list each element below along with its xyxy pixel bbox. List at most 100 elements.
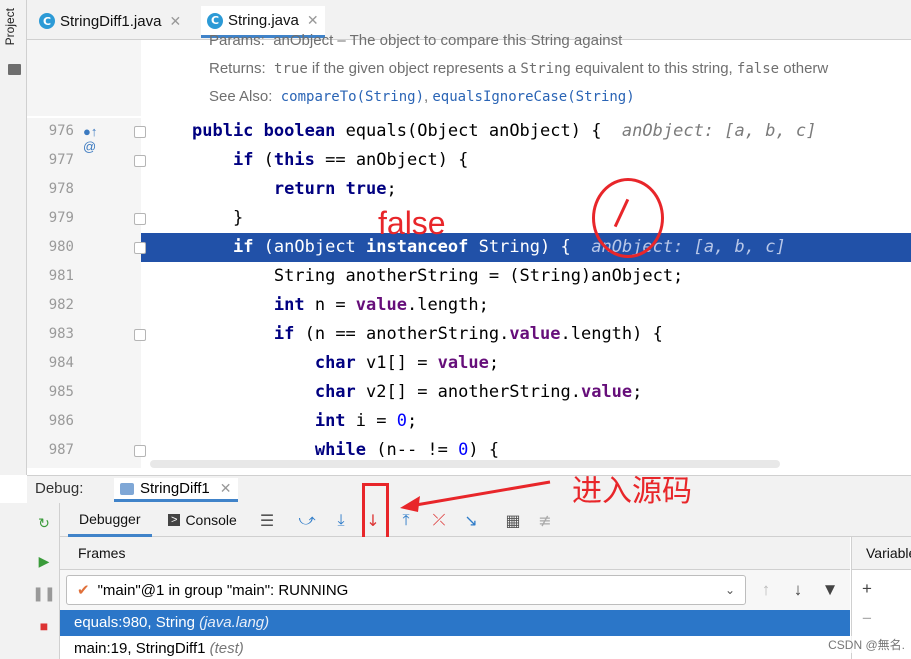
tab-stringdiff1[interactable]: C StringDiff1.java ✕ [39, 8, 181, 34]
frame-method: main:19, StringDiff1 [74, 640, 210, 657]
fold-marker-icon[interactable] [134, 155, 146, 167]
code-line-978[interactable]: 978 return true; [0, 175, 911, 204]
line-number: 979 [48, 210, 74, 226]
frame-package: (test) [209, 640, 244, 657]
folder-icon[interactable] [8, 64, 21, 75]
frame-row[interactable]: main:19, StringDiff1 (test) [60, 636, 850, 659]
close-icon[interactable]: ✕ [169, 13, 181, 30]
javadoc-see-also: See Also: compareTo(String), equalsIgnor… [209, 88, 635, 105]
tab-console-label: Console [185, 512, 237, 528]
code-line-984[interactable]: 984 char v1[] = value; [0, 349, 911, 378]
stop-icon[interactable]: ■ [36, 618, 52, 634]
class-icon: C [39, 13, 55, 29]
close-icon[interactable]: ✕ [220, 480, 232, 497]
session-icon [120, 482, 134, 495]
frames-title: Frames [78, 545, 126, 561]
annotation-circle [592, 178, 664, 258]
line-number: 982 [48, 297, 74, 313]
close-icon[interactable]: ✕ [307, 12, 319, 29]
code-line-986[interactable]: 986 int i = 0; [0, 407, 911, 436]
javadoc-block: Params: anObject – The object to compare… [193, 32, 911, 116]
frames-header: Frames [60, 537, 850, 570]
code-line-982[interactable]: 982 int n = value.length; [0, 291, 911, 320]
fold-marker-icon[interactable] [134, 213, 146, 225]
rerun-icon[interactable]: ↻ [36, 515, 52, 531]
tab-debugger-label: Debugger [79, 510, 141, 527]
line-number: 984 [48, 355, 74, 371]
line-number: 978 [48, 181, 74, 197]
code-text: return true; [273, 179, 397, 199]
debug-session-tab[interactable]: StringDiff1 ✕ [114, 478, 238, 502]
variables-title: Variables [866, 545, 911, 561]
fold-marker-icon[interactable] [134, 445, 146, 457]
frame-method: equals:980, String [74, 614, 200, 631]
line-number: 981 [48, 268, 74, 284]
code-line-985[interactable]: 985 char v2[] = anotherString.value; [0, 378, 911, 407]
project-tool-label[interactable]: Project [3, 8, 17, 45]
returns-string: String [520, 61, 571, 77]
filter-icon[interactable]: ▼ [820, 580, 840, 600]
line-number: 987 [48, 442, 74, 458]
line-number: 976 [48, 123, 74, 139]
returns-text: equivalent to this string, [570, 60, 737, 77]
frame-package: (java.lang) [199, 614, 270, 631]
annotation-arrow [400, 480, 551, 512]
line-number: 986 [48, 413, 74, 429]
line-number: 980 [48, 239, 74, 255]
code-text: char v1[] = value; [314, 353, 500, 373]
arrow-down-icon[interactable]: ↓ [788, 580, 808, 600]
class-icon: C [207, 12, 223, 29]
annotation-false-label: false [378, 205, 446, 241]
params-text: anObject – The object to compare this St… [273, 32, 623, 49]
code-text: } [232, 208, 244, 228]
tab-console[interactable]: > Console [168, 503, 237, 537]
console-icon: > [168, 514, 181, 526]
code-line-983[interactable]: 983 if (n == anotherString.value.length)… [0, 320, 911, 349]
see-also-link[interactable]: compareTo(String) [281, 89, 424, 105]
override-marker-icon[interactable]: ●↑ @ [83, 124, 98, 154]
code-text: int n = value.length; [273, 295, 489, 315]
code-text: public boolean equals(Object anObject) {… [192, 121, 817, 141]
tab-debugger[interactable]: Debugger [68, 503, 152, 537]
show-execution-point-icon[interactable]: ⤻ [298, 510, 316, 529]
pause-icon[interactable]: ❚❚ [32, 585, 55, 601]
remove-watch-icon[interactable]: − [858, 609, 876, 628]
check-icon: ✔ [77, 582, 90, 599]
returns-text: otherw [779, 60, 829, 77]
fold-marker-icon[interactable] [134, 242, 146, 254]
code-line-979[interactable]: 979 } [0, 204, 911, 233]
code-line-976[interactable]: 976 ●↑ @ public boolean equals(Object an… [0, 117, 911, 154]
code-text: char v2[] = anotherString.value; [314, 382, 643, 402]
session-label: StringDiff1 [140, 480, 210, 497]
returns-true: true [274, 61, 308, 77]
frame-row[interactable]: equals:980, String (java.lang) [60, 610, 850, 636]
debug-side-toolbar: ↻ ▶ ❚❚ ■ [0, 503, 60, 659]
code-line-980-current[interactable]: 980 if (anObject instanceof String) { an… [0, 233, 911, 262]
fold-marker-icon[interactable] [134, 126, 146, 138]
tab-label: String.java [228, 12, 299, 29]
code-text: if (this == anObject) { [232, 150, 469, 170]
chevron-down-icon: ⌄ [724, 583, 735, 597]
returns-label: Returns: [209, 60, 266, 77]
code-text: if (n == anotherString.value.length) { [273, 324, 663, 344]
resume-icon[interactable]: ▶ [36, 553, 52, 569]
returns-text: if the given object represents a [307, 60, 521, 77]
thread-dropdown[interactable]: ✔ "main"@1 in group "main": RUNNING ⌄ [66, 575, 746, 605]
annotation-enter-source: 进入源码 [572, 474, 692, 509]
code-line-981[interactable]: 981 String anotherString = (String)anObj… [0, 262, 911, 291]
fold-marker-icon[interactable] [134, 329, 146, 341]
params-label: Params: [209, 32, 265, 49]
fold-gutter [141, 40, 193, 116]
code-text: int i = 0; [314, 411, 418, 431]
line-number: 983 [48, 326, 74, 342]
step-over-icon[interactable]: ⤓ [332, 510, 350, 529]
editor-gutter [27, 40, 141, 116]
arrow-up-icon[interactable]: ↑ [756, 580, 776, 600]
line-number: 985 [48, 384, 74, 400]
add-watch-icon[interactable]: + [858, 579, 876, 598]
code-line-977[interactable]: 977 if (this == anObject) { [0, 146, 911, 175]
see-also-link[interactable]: equalsIgnoreCase(String) [432, 89, 634, 105]
menu-icon[interactable]: ☰ [258, 511, 276, 530]
thread-label: "main"@1 in group "main": RUNNING [97, 581, 349, 599]
inline-value-hint: anObject: [a, b, c] [621, 121, 817, 141]
